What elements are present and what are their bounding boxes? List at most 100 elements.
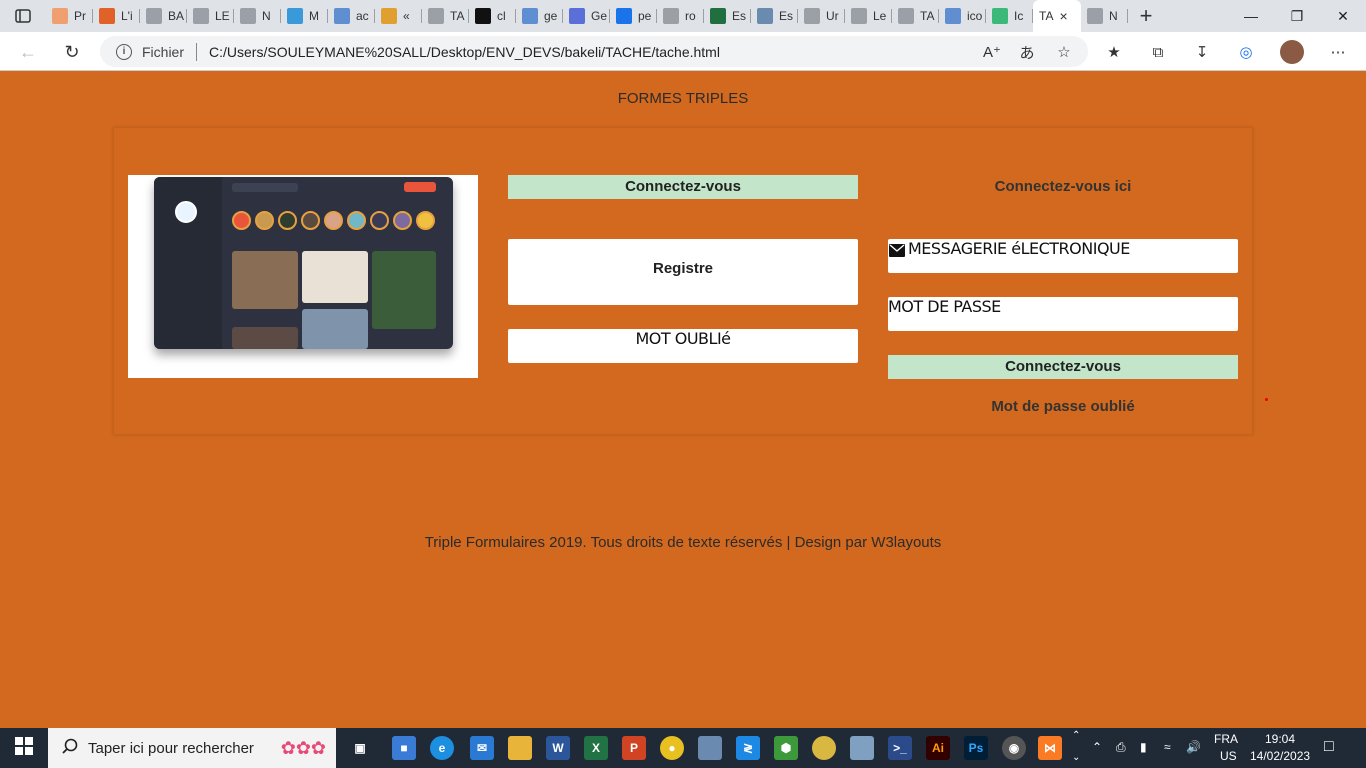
browser-tab[interactable]: Ic xyxy=(986,0,1033,32)
excel-icon[interactable]: X xyxy=(584,736,608,760)
close-window-button[interactable]: ✕ xyxy=(1320,0,1366,32)
red-dot xyxy=(1265,398,1268,401)
browser-tab[interactable]: « xyxy=(375,0,422,32)
show-hidden-icons-icon[interactable]: ⌃ xyxy=(1092,740,1102,754)
forgot-button[interactable]: MOT OUBLIé xyxy=(508,329,858,363)
browser-tab[interactable]: TA × xyxy=(1033,0,1081,32)
register-button[interactable]: Registre xyxy=(508,239,858,305)
page-title: FORMES TRIPLES xyxy=(617,90,749,107)
tab-label: Es xyxy=(732,9,747,23)
forgot-password-link[interactable]: Mot de passe oublié xyxy=(888,398,1238,415)
word-icon[interactable]: W xyxy=(546,736,570,760)
photoshop-icon[interactable]: Ps xyxy=(964,736,988,760)
refresh-icon[interactable]: ↻ xyxy=(58,38,86,66)
login-heading: Connectez-vous ici xyxy=(994,178,1132,195)
password-field[interactable]: MOT DE PASSE xyxy=(888,297,1238,331)
tab-favicon-icon xyxy=(428,8,444,24)
mysql-icon[interactable] xyxy=(850,736,874,760)
translate-icon[interactable]: あ xyxy=(1015,40,1039,64)
add-favorite-icon[interactable]: ☆ xyxy=(1052,40,1076,64)
browser-tab[interactable]: ac xyxy=(328,0,375,32)
browser-tab[interactable]: Le xyxy=(845,0,892,32)
tab-label: ac xyxy=(356,9,369,23)
browser-tab[interactable]: pe xyxy=(610,0,657,32)
language-bottom[interactable]: US xyxy=(1220,749,1237,763)
browser-tab[interactable]: Pr xyxy=(46,0,93,32)
browser-tab[interactable]: Es xyxy=(704,0,751,32)
tab-actions-icon[interactable] xyxy=(0,0,46,32)
more-menu-icon[interactable]: ⋯ xyxy=(1326,40,1350,64)
browser-tab[interactable]: ge xyxy=(516,0,563,32)
back-arrow-icon[interactable]: ← xyxy=(14,38,42,66)
browser-tab[interactable]: ro xyxy=(657,0,704,32)
downloads-icon[interactable]: ↧ xyxy=(1190,40,1214,64)
browser-tab[interactable]: M xyxy=(281,0,328,32)
tab-favicon-icon xyxy=(52,8,68,24)
browser-tab[interactable]: LE xyxy=(187,0,234,32)
edge-taskbar-icon[interactable]: e xyxy=(430,736,454,760)
clock-time[interactable]: 19:04 xyxy=(1250,732,1310,746)
notifications-icon[interactable]: □ xyxy=(1324,738,1334,756)
restore-button[interactable]: ❐ xyxy=(1274,0,1320,32)
vscode-icon[interactable]: ≷ xyxy=(736,736,760,760)
chrome-icon[interactable]: ● xyxy=(660,736,684,760)
browser-tab[interactable]: L'i xyxy=(93,0,140,32)
browser-tab[interactable]: N xyxy=(234,0,281,32)
browser-tab[interactable]: TA xyxy=(892,0,939,32)
connect-button[interactable]: Connectez-vous xyxy=(508,175,858,199)
browser-tab[interactable]: Ur xyxy=(798,0,845,32)
scroll-down-icon[interactable]: ⌄ xyxy=(1072,752,1080,763)
taskbar-search-input[interactable]: Taper ici pour rechercher ✿✿✿ xyxy=(48,728,336,768)
favorites-icon[interactable]: ★ xyxy=(1102,40,1126,64)
url-text[interactable]: C:/Users/SOULEYMANE%20SALL/Desktop/ENV_D… xyxy=(209,44,720,60)
email-field-label: MESSAGERIE éLECTRONIQUE xyxy=(908,239,1130,258)
language-top[interactable]: FRA xyxy=(1214,732,1238,746)
story-avatar xyxy=(278,211,297,230)
app-mockup-illustration xyxy=(154,177,453,349)
browser-tab[interactable]: N xyxy=(1081,0,1128,32)
browser-tab[interactable]: ico xyxy=(939,0,986,32)
browser-tab[interactable]: TA xyxy=(422,0,469,32)
info-icon[interactable]: i xyxy=(116,43,132,60)
clock-date[interactable]: 14/02/2023 xyxy=(1250,749,1310,763)
media-player-icon[interactable]: ◉ xyxy=(1002,736,1026,760)
story-avatar xyxy=(324,211,343,230)
browser-tab[interactable]: Ge xyxy=(563,0,610,32)
browser-tab[interactable]: cl xyxy=(469,0,516,32)
app-icon[interactable] xyxy=(812,736,836,760)
powershell-icon[interactable]: >_ xyxy=(888,736,912,760)
minimize-button[interactable]: — xyxy=(1228,0,1274,32)
xampp-icon[interactable]: ⋈ xyxy=(1038,736,1062,760)
tab-label: M xyxy=(309,9,319,23)
avatar[interactable] xyxy=(1280,40,1304,64)
address-bar[interactable]: i Fichier C:/Users/SOULEYMANE%20SALL/Des… xyxy=(100,36,1088,67)
scroll-up-icon[interactable]: ⌃ xyxy=(1072,730,1080,741)
edge-icon[interactable]: ◎ xyxy=(1234,40,1258,64)
powerpoint-icon[interactable]: P xyxy=(622,736,646,760)
battery-icon[interactable]: ▮ xyxy=(1140,740,1147,754)
tab-label: ico xyxy=(967,9,983,23)
read-aloud-icon[interactable]: A⁺ xyxy=(980,40,1004,64)
windows-start-icon[interactable] xyxy=(12,736,36,760)
usb-icon[interactable]: ⎙ xyxy=(1116,740,1126,755)
collections-icon[interactable]: ⧉ xyxy=(1146,40,1170,64)
footer-text: Triple Formulaires 2019. Tous droits de … xyxy=(424,534,942,551)
mail-icon[interactable]: ✉ xyxy=(470,736,494,760)
browser-tab[interactable]: BA xyxy=(140,0,187,32)
tab-favicon-icon xyxy=(851,8,867,24)
task-view-icon[interactable]: ▣ xyxy=(348,736,372,760)
tab-favicon-icon xyxy=(710,8,726,24)
tab-favicon-icon xyxy=(334,8,350,24)
illustrator-icon[interactable]: Ai xyxy=(926,736,950,760)
file-explorer-icon[interactable] xyxy=(508,736,532,760)
nodejs-icon[interactable]: ⬢ xyxy=(774,736,798,760)
browser-tab[interactable]: Es xyxy=(751,0,798,32)
store-icon[interactable]: ■ xyxy=(392,736,416,760)
new-tab-button[interactable]: + xyxy=(1128,3,1164,29)
tab-close-icon[interactable]: × xyxy=(1059,8,1067,24)
login-submit-button[interactable]: Connectez-vous xyxy=(888,355,1238,379)
volume-icon[interactable]: 🔊 xyxy=(1186,740,1201,754)
wifi-icon[interactable]: ≈ xyxy=(1164,740,1171,754)
email-field[interactable]: MESSAGERIE éLECTRONIQUE xyxy=(888,239,1238,273)
network-app-icon[interactable] xyxy=(698,736,722,760)
